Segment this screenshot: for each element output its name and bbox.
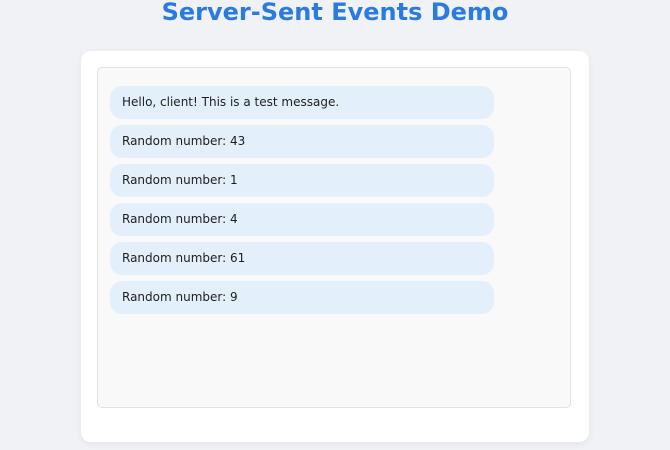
message-item: Random number: 9 (110, 281, 494, 314)
message-item: Random number: 61 (110, 242, 494, 275)
message-log[interactable]: Hello, client! This is a test message. R… (97, 67, 571, 408)
events-card: Hello, client! This is a test message. R… (81, 51, 589, 442)
page-title: Server-Sent Events Demo (161, 0, 509, 26)
message-item: Random number: 43 (110, 125, 494, 158)
message-item: Random number: 1 (110, 164, 494, 197)
message-item: Hello, client! This is a test message. (110, 86, 494, 119)
message-item: Random number: 4 (110, 203, 494, 236)
